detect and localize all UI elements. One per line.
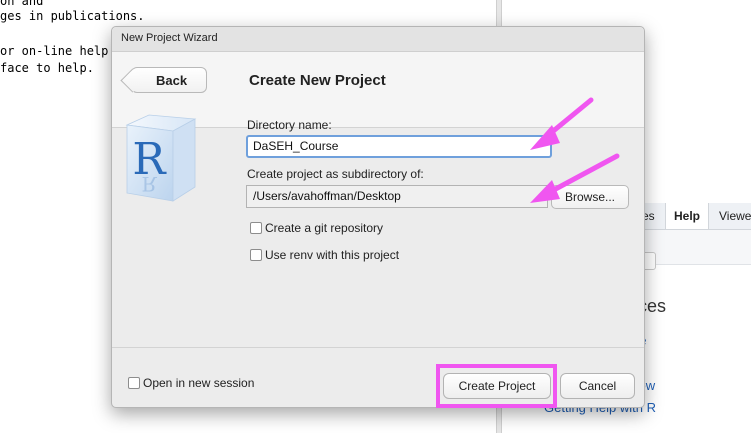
create-project-highlight bbox=[436, 364, 557, 408]
browse-button[interactable]: Browse... bbox=[551, 185, 629, 209]
r-project-logo-icon: R R bbox=[125, 114, 197, 202]
back-button[interactable]: Back bbox=[120, 67, 207, 93]
dialog-window-title: New Project Wizard bbox=[121, 32, 218, 44]
dialog-divider bbox=[112, 347, 644, 348]
subdirectory-label: Create project as subdirectory of: bbox=[247, 167, 424, 181]
directory-name-input[interactable]: DaSEH_Course bbox=[246, 135, 552, 158]
back-button-label: Back bbox=[156, 73, 188, 88]
console-line: on and bbox=[0, 0, 44, 8]
open-new-session-label: Open in new session bbox=[143, 376, 255, 390]
dialog-heading: Create New Project bbox=[249, 72, 386, 89]
console-line: or on-line help. bbox=[0, 44, 116, 58]
new-project-dialog: New Project Wizard Back Create New Proje… bbox=[111, 26, 645, 408]
console-line: face to help. bbox=[0, 61, 94, 75]
tab-help[interactable]: Help bbox=[665, 203, 710, 229]
subdirectory-input[interactable]: /Users/avahoffman/Desktop bbox=[246, 185, 548, 208]
tab-viewer[interactable]: Viewe bbox=[719, 203, 751, 229]
cancel-button[interactable]: Cancel bbox=[560, 373, 635, 399]
renv-checkbox[interactable] bbox=[250, 249, 262, 261]
renv-label: Use renv with this project bbox=[265, 248, 400, 262]
git-repo-checkbox[interactable] bbox=[250, 222, 262, 234]
git-repo-label: Create a git repository bbox=[265, 221, 384, 235]
dialog-titlebar[interactable]: New Project Wizard bbox=[112, 27, 644, 52]
console-line: ges in publications. bbox=[0, 9, 145, 23]
svg-text:R: R bbox=[141, 172, 157, 196]
open-new-session-checkbox[interactable] bbox=[128, 377, 140, 389]
back-arrow-icon bbox=[120, 68, 145, 93]
directory-name-label: Directory name: bbox=[247, 118, 332, 132]
